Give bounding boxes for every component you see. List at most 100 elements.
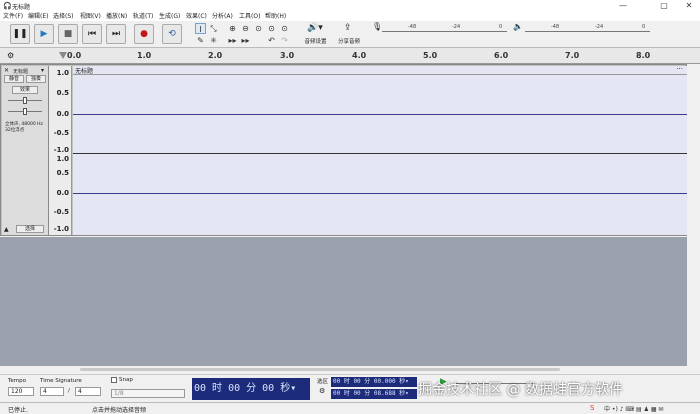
share-audio-button[interactable]: ⇪ 分享音频	[336, 23, 362, 45]
selection-start-time[interactable]: 00 时 00 分 00.000 秒▾	[331, 377, 417, 387]
fit-selection-button[interactable]: ⊙	[253, 23, 264, 34]
stop-button[interactable]: ■	[58, 24, 78, 44]
clip-menu-button[interactable]: ···	[676, 65, 683, 73]
time-signature-label: Time Signature	[40, 378, 82, 384]
selection-tool[interactable]: I	[195, 23, 206, 34]
empty-track-space[interactable]	[0, 237, 687, 366]
menu-effect[interactable]: 效果(C)	[186, 12, 207, 21]
solo-button[interactable]: 独奏	[26, 75, 46, 83]
input-method-icon[interactable]: S	[590, 404, 594, 412]
ime-toolbar-icons[interactable]: 中 •) ♪ ⌨ ▤ ♟ ▦ ✉	[604, 404, 663, 413]
menu-generate[interactable]: 生成(G)	[159, 12, 180, 21]
time-display[interactable]: 00 时 00 分 00 秒▾	[192, 378, 310, 400]
play-icon: ▶	[40, 29, 48, 39]
envelope-tool[interactable]: ⤡	[208, 23, 219, 34]
multi-tool[interactable]: ✳	[208, 35, 219, 46]
undo-button[interactable]: ↶	[266, 35, 277, 46]
vertical-scrollbar[interactable]	[687, 64, 700, 366]
amplitude-scale[interactable]: 1.0 0.5 0.0 -0.5 -1.0 1.0 0.5 0.0 -0.5 -…	[49, 66, 72, 235]
menu-analyze[interactable]: 分析(A)	[212, 12, 233, 21]
fit-project-button[interactable]: ⊙	[266, 23, 277, 34]
silence-button[interactable]: ▸▸	[240, 35, 251, 46]
track-menu-icon[interactable]: ▾	[41, 67, 44, 74]
play-scale-48: -48	[551, 24, 560, 30]
ruler-tick: 0.0	[67, 51, 82, 60]
snap-checkbox[interactable]	[111, 377, 117, 383]
track-close-button[interactable]: ✕	[4, 67, 9, 74]
zero-line-bottom	[73, 193, 687, 194]
menu-select[interactable]: 选择(S)	[53, 12, 74, 21]
mute-button[interactable]: 静音	[4, 75, 24, 83]
microphone-icon[interactable]: 🎙	[372, 22, 382, 31]
scale-top-m05: -0.5	[53, 129, 69, 137]
status-hint: 点击并拖动选择音频	[92, 407, 147, 414]
stop-icon: ■	[63, 29, 73, 39]
zoom-toggle-button[interactable]: ⊙	[279, 23, 290, 34]
menu-file[interactable]: 文件(F)	[3, 12, 23, 21]
watermark-text: 掘金技术社区 @ 数据蛙官方软件	[418, 382, 623, 398]
rec-scale-48: -48	[408, 24, 417, 30]
skip-start-button[interactable]: ⏮	[82, 24, 102, 44]
record-button[interactable]: ●	[134, 24, 154, 44]
silence-icon: ▸▸	[241, 36, 250, 45]
menu-tracks[interactable]: 轨道(T)	[133, 12, 153, 21]
ruler-tick: 7.0	[565, 51, 580, 60]
redo-button[interactable]: ↷	[279, 35, 290, 46]
timeline-options-icon[interactable]: ⚙	[7, 51, 14, 60]
menu-transport[interactable]: 播放(N)	[106, 12, 127, 21]
minimize-button[interactable]: —	[612, 0, 634, 12]
skip-end-button[interactable]: ⏭	[106, 24, 126, 44]
ruler-tick: 1.0	[137, 51, 152, 60]
skip-start-icon: ⏮	[87, 29, 97, 39]
rec-scale-24: -24	[452, 24, 461, 30]
time-signature-numerator[interactable]: 4	[40, 387, 64, 396]
selection-end-time[interactable]: 00 时 00 分 08.688 秒▾	[331, 389, 417, 399]
playback-meter[interactable]: -48 -24 0	[525, 23, 650, 32]
horizontal-scroll-thumb[interactable]	[80, 368, 560, 371]
snap-select[interactable]: 1/8	[111, 389, 185, 398]
pan-slider-thumb[interactable]	[23, 108, 27, 115]
record-icon: ●	[140, 29, 148, 39]
zoom-in-button[interactable]: ⊕	[227, 23, 238, 34]
draw-tool[interactable]: ✎	[195, 35, 206, 46]
select-track-button[interactable]: 选择	[16, 225, 44, 233]
maximize-button[interactable]: ▢	[653, 0, 675, 12]
collapse-track-icon[interactable]: ▲	[4, 226, 9, 233]
loop-button[interactable]: ⟲	[162, 24, 182, 44]
scale-bottom-m05: -0.5	[53, 208, 69, 216]
zoom-out-button[interactable]: ⊖	[240, 23, 251, 34]
menu-tools[interactable]: 工具(O)	[239, 12, 260, 21]
time-signature-denominator[interactable]: 4	[75, 387, 101, 396]
horizontal-scrollbar[interactable]	[0, 366, 687, 374]
window-title: 无标题	[12, 4, 31, 11]
menu-help[interactable]: 帮助(H)	[265, 12, 286, 21]
tempo-input[interactable]: 120	[8, 387, 34, 396]
timeline-ruler[interactable]: ⚙ 0.0 1.0 2.0 3.0 4.0 5.0 6.0 7.0 8.0	[0, 47, 700, 64]
share-icon: ⇪	[344, 23, 352, 33]
audio-settings-button[interactable]: 🔊▾ 音频设置	[303, 23, 328, 45]
fit-project-icon: ⊙	[268, 24, 275, 33]
pause-button[interactable]: ❚❚	[10, 24, 30, 44]
asterisk-icon: ✳	[210, 36, 217, 45]
gain-slider-thumb[interactable]	[23, 97, 27, 104]
menu-edit[interactable]: 编辑(E)	[28, 12, 48, 21]
play-head-icon[interactable]	[59, 52, 67, 59]
track-name[interactable]: 无标题	[13, 68, 28, 75]
record-meter[interactable]: -48 -24 0	[382, 23, 507, 32]
audio-settings-label: 音频设置	[304, 39, 327, 45]
menu-view[interactable]: 视图(V)	[80, 12, 101, 21]
play-button[interactable]: ▶	[34, 24, 54, 44]
channel-separator	[73, 153, 687, 154]
close-button[interactable]: ✕	[678, 0, 700, 12]
pencil-icon: ✎	[197, 36, 204, 45]
selection-label: 选区	[317, 379, 329, 385]
scale-top-0: 0.0	[56, 110, 69, 118]
waveform-area[interactable]: 无标题 ···	[73, 65, 687, 235]
selection-settings-icon[interactable]: ⚙	[319, 387, 325, 395]
effects-button[interactable]: 效果	[12, 86, 38, 94]
status-state: 已停止.	[8, 407, 28, 414]
toolbar: ❚❚ ▶ ■ ⏮ ⏭ ● ⟲ I ⤡ ✎ ✳ ⊕ ⊖ ⊙ ⊙ ⊙ ▸▸ ▸▸ ↶…	[0, 21, 700, 47]
tempo-label: Tempo	[8, 378, 27, 384]
playback-speaker-icon[interactable]: 🔈	[513, 22, 523, 31]
trim-button[interactable]: ▸▸	[227, 35, 238, 46]
